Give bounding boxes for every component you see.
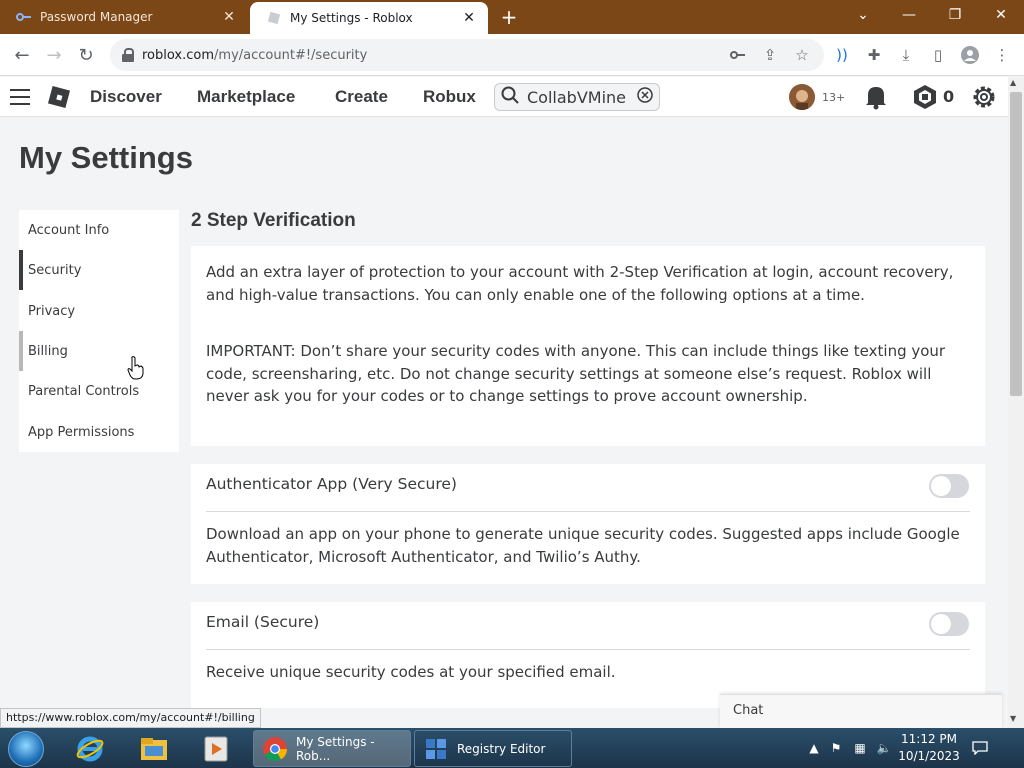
volume-muted-icon[interactable]: 🔈 [876,740,892,756]
notification-icon[interactable] [972,740,988,756]
option-description: Download an app on your phone to generat… [206,525,960,566]
taskbar-registry-editor-button[interactable]: Registry Editor [414,730,572,767]
authenticator-toggle[interactable] [929,474,969,498]
tab-title: Password Manager [40,10,153,24]
divider [206,511,970,512]
new-tab-button[interactable]: + [498,5,520,29]
back-arrow-icon[interactable]: ← [10,43,34,67]
side-panel-icon[interactable]: ▯ [928,45,948,65]
clear-search-icon[interactable] [637,87,653,107]
start-button[interactable] [8,731,44,767]
password-key-icon[interactable] [728,45,748,65]
email-toggle[interactable] [929,612,969,636]
bookmark-star-icon[interactable]: ☆ [792,45,812,65]
action-center-icon[interactable]: ⚑ [828,740,844,756]
status-bar-url: https://www.roblox.com/my/account#!/bill… [0,708,261,728]
info-card: Add an extra layer of protection to your… [191,246,985,446]
robux-count: 0 [943,87,955,106]
download-icon[interactable]: ⤓ [896,45,916,65]
gear-icon[interactable] [971,84,997,114]
settings-side-menu: Account Info Security Privacy Billing Pa… [19,210,179,452]
share-icon[interactable]: ⇪ [760,45,780,65]
roblox-logo[interactable] [46,84,72,110]
minimize-button[interactable]: — [886,0,932,30]
menu-item-billing[interactable]: Billing [19,331,179,371]
url-path: /my/account#!/security [214,47,368,63]
nav-create[interactable]: Create [335,87,388,107]
task-label: My Settings - Rob... [296,734,375,763]
menu-item-parental-controls[interactable]: Parental Controls [19,371,179,411]
search-input[interactable]: CollabVMine [494,83,660,111]
scroll-down-arrow-icon[interactable]: ▼ [1010,714,1016,723]
address-bar[interactable]: roblox.com/my/account#!/security [110,39,824,71]
network-icon[interactable]: ▦ [852,740,868,756]
important-text: IMPORTANT: Don’t share your security cod… [206,342,946,405]
nav-discover[interactable]: Discover [90,87,162,107]
lock-icon [122,48,134,62]
option-card-authenticator: Authenticator App (Very Secure) Download… [191,464,985,584]
key-icon [16,9,32,25]
restore-button[interactable]: ❐ [932,0,978,30]
hand-cursor-icon [127,356,145,384]
close-icon[interactable]: ✕ [460,9,478,27]
extension-signal-icon[interactable]: )) [832,45,852,65]
search-icon [501,86,519,108]
tab-my-settings[interactable]: My Settings - Roblox ✕ [250,2,488,34]
intro-text: Add an extra layer of protection to your… [206,263,954,304]
tab-title: My Settings - Roblox [290,11,413,25]
registry-editor-icon [423,736,449,762]
scroll-up-arrow-icon[interactable]: ▲ [1010,78,1016,87]
section-title: 2 Step Verification [191,210,356,231]
chrome-icon [262,736,288,762]
clock-time: 11:12 PM [901,732,957,746]
show-hidden-icons-icon[interactable]: ▲ [806,740,822,756]
close-icon[interactable]: ✕ [220,8,238,26]
file-explorer-icon[interactable] [128,731,180,767]
search-value: CollabVMine [527,87,626,107]
menu-item-account-info[interactable]: Account Info [19,210,179,250]
option-title: Authenticator App (Very Secure) [206,475,457,493]
toggle-knob [931,614,951,634]
option-title: Email (Secure) [206,613,320,631]
menu-item-privacy[interactable]: Privacy [19,291,179,331]
profile-icon[interactable] [960,45,980,65]
avatar[interactable] [789,84,815,110]
clock[interactable]: 11:12 PM 10/1/2023 [897,731,961,765]
page-title: My Settings [19,140,193,175]
clock-date: 10/1/2023 [898,749,960,763]
toggle-knob [931,476,951,496]
extensions-puzzle-icon[interactable]: ✚ [864,45,884,65]
age-label: 13+ [822,91,846,104]
chevron-down-icon[interactable]: ⌄ [840,0,886,30]
option-description: Receive unique security codes at your sp… [206,663,616,681]
url-host: roblox.com [142,47,215,63]
roblox-favicon-icon [266,10,282,26]
hamburger-menu-icon[interactable] [10,89,30,105]
chat-bar[interactable]: Chat [720,694,1002,728]
scrollbar-thumb[interactable] [1010,92,1022,396]
internet-explorer-icon[interactable] [64,731,116,767]
menu-item-app-permissions[interactable]: App Permissions [19,412,179,452]
robux-icon[interactable] [912,84,938,114]
nav-marketplace[interactable]: Marketplace [197,87,295,107]
media-player-icon[interactable] [190,731,242,767]
reload-icon[interactable]: ↻ [74,43,98,67]
menu-item-security[interactable]: Security [19,250,179,290]
window-close-button[interactable]: ✕ [978,0,1024,30]
nav-robux[interactable]: Robux [423,87,476,107]
kebab-menu-icon[interactable]: ⋮ [992,45,1012,65]
option-card-email: Email (Secure) Receive unique security c… [191,602,985,708]
divider [206,649,970,650]
taskbar-chrome-button[interactable]: My Settings - Rob... [253,730,411,767]
notification-bell-icon[interactable] [864,84,888,114]
task-label: Registry Editor [457,741,546,756]
forward-arrow-icon[interactable]: → [42,43,66,67]
tab-password-manager[interactable]: Password Manager ✕ [0,0,248,34]
